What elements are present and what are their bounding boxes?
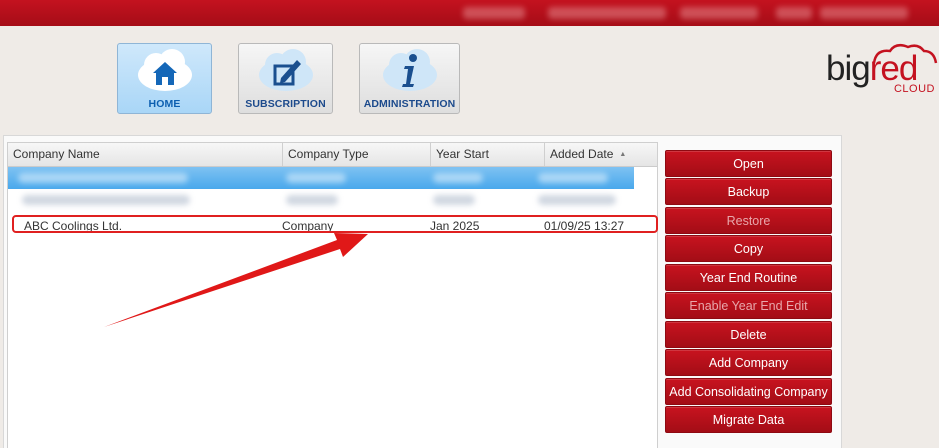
redacted-user-info: [548, 7, 666, 19]
column-header-label: Year Start: [436, 147, 489, 161]
add-consolidating-company-button[interactable]: Add Consolidating Company: [665, 378, 832, 405]
restore-button[interactable]: Restore: [665, 207, 832, 234]
annotation-highlight-box: [12, 215, 658, 233]
open-button[interactable]: Open: [665, 150, 832, 177]
grid-header: Company Name Company Type Year Start Add…: [8, 143, 657, 167]
redacted-user-info: [463, 7, 525, 19]
sort-ascending-icon: ▲: [619, 151, 627, 158]
nav-tile-home[interactable]: HOME: [117, 43, 212, 114]
nav-tile-administration[interactable]: ADMINISTRATION: [359, 43, 460, 114]
year-end-routine-button[interactable]: Year End Routine: [665, 264, 832, 291]
company-grid: Company Name Company Type Year Start Add…: [7, 142, 658, 448]
edit-icon: [258, 49, 313, 91]
info-icon: [382, 49, 437, 91]
column-header-label: Company Name: [13, 147, 100, 161]
home-icon: [137, 49, 192, 91]
add-company-button[interactable]: Add Company: [665, 349, 832, 376]
nav-home-label: HOME: [148, 98, 181, 110]
nav-subscription-label: SUBSCRIPTION: [245, 98, 326, 110]
nav-tile-subscription[interactable]: SUBSCRIPTION: [238, 43, 333, 114]
redacted-user-info: [680, 7, 758, 19]
column-header-year-start[interactable]: Year Start: [431, 143, 545, 166]
enable-year-end-edit-button[interactable]: Enable Year End Edit: [665, 292, 832, 319]
backup-button[interactable]: Backup: [665, 178, 832, 205]
column-header-label: Company Type: [288, 147, 369, 161]
copy-button[interactable]: Copy: [665, 235, 832, 262]
logo-big: big: [826, 49, 871, 88]
nav-administration-label: ADMINISTRATION: [363, 98, 456, 110]
table-row-redacted[interactable]: [8, 189, 634, 211]
redacted-user-info: [776, 7, 812, 19]
logo-sub: CLOUD: [893, 83, 935, 95]
table-row-redacted-selected[interactable]: [8, 167, 634, 189]
redacted-user-info: [820, 7, 908, 19]
bigred-cloud-logo: bigred CLOUD: [826, 43, 938, 97]
delete-button[interactable]: Delete: [665, 321, 832, 348]
column-header-company-type[interactable]: Company Type: [283, 143, 431, 166]
logo-wordmark: bigred: [826, 49, 918, 88]
column-header-label: Added Date: [550, 147, 614, 161]
top-bar: [0, 0, 939, 26]
column-header-company-name[interactable]: Company Name: [8, 143, 283, 166]
column-header-added-date[interactable]: Added Date ▲: [545, 143, 657, 166]
migrate-data-button[interactable]: Migrate Data: [665, 406, 832, 433]
